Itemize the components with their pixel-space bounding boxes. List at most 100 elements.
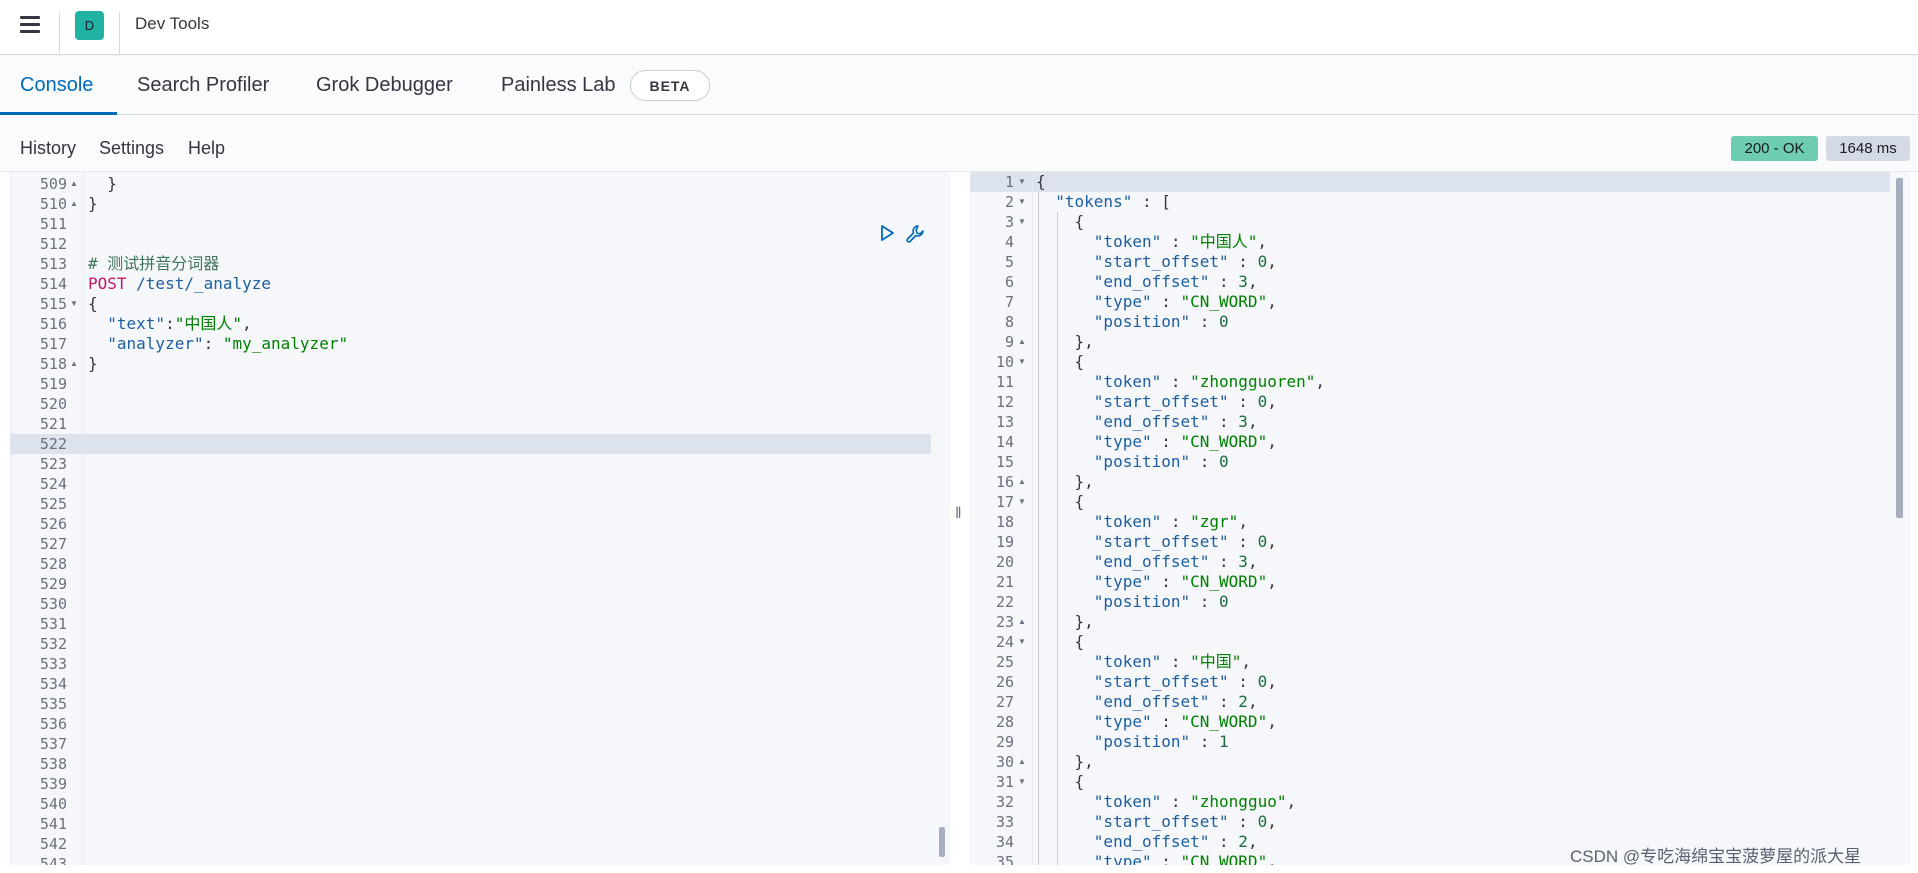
- json-key: "type": [1036, 432, 1152, 451]
- json-bracket: {: [1036, 632, 1085, 651]
- json-separator: :: [1151, 432, 1181, 451]
- editor-scrollbar[interactable]: [939, 827, 945, 857]
- json-number: 0: [1257, 252, 1268, 271]
- json-separator: :: [1228, 252, 1258, 271]
- json-separator: :: [1190, 452, 1220, 471]
- json-string: "CN_WORD": [1180, 852, 1268, 865]
- json-punct: ,: [1247, 692, 1258, 711]
- json-punct: ,: [1267, 672, 1277, 691]
- fold-toggle-icon[interactable]: ▼: [1018, 492, 1026, 512]
- header-divider: [119, 12, 120, 54]
- json-separator: :: [1161, 232, 1191, 251]
- response-output[interactable]: 1 ▼{2 ▼ "tokens" : [3 ▼ {4 "token" : "中国人",…: [970, 172, 1910, 865]
- json-punct: ,: [1257, 232, 1268, 251]
- line-number: 542: [39, 835, 67, 853]
- code-line: {: [88, 294, 98, 314]
- line-number: 513: [39, 255, 67, 273]
- fold-toggle-icon[interactable]: ▲: [70, 194, 78, 214]
- line-number: 524: [39, 475, 67, 493]
- wrench-icon[interactable]: [905, 224, 925, 244]
- line-number: 4: [1004, 233, 1014, 251]
- fold-toggle-icon[interactable]: ▲: [1018, 752, 1026, 772]
- json-bracket: },: [1036, 332, 1094, 351]
- json-key: "position": [1036, 312, 1191, 331]
- json-key: "end_offset": [1036, 412, 1210, 431]
- json-key: "text": [88, 314, 166, 333]
- fold-toggle-icon[interactable]: ▲: [1018, 612, 1026, 632]
- json-key: "token": [1036, 372, 1162, 391]
- json-key: "end_offset": [1036, 272, 1210, 291]
- line-number: 517: [39, 335, 67, 353]
- json-separator: :: [1190, 312, 1220, 331]
- fold-toggle-icon[interactable]: ▲: [1018, 472, 1026, 492]
- json-separator: :: [1190, 592, 1220, 611]
- settings-link[interactable]: Settings: [99, 138, 164, 159]
- line-number: 510: [39, 195, 67, 213]
- json-number: 3: [1238, 272, 1248, 291]
- top-header: D Dev Tools: [0, 0, 1918, 55]
- line-number: 532: [39, 635, 67, 653]
- line-number: 1: [1004, 173, 1014, 191]
- json-separator: :: [165, 314, 175, 333]
- fold-toggle-icon[interactable]: ▼: [1018, 352, 1026, 372]
- history-link[interactable]: History: [20, 138, 76, 159]
- json-bracket: {: [1036, 212, 1085, 231]
- fold-toggle-icon[interactable]: ▼: [1018, 172, 1026, 192]
- active-line-highlight: [970, 172, 1890, 192]
- line-number: 22: [995, 593, 1014, 611]
- json-number: 0: [1257, 672, 1268, 691]
- tab-search-profiler[interactable]: Search Profiler: [137, 74, 269, 97]
- json-line: "end_offset" : 2,: [1036, 832, 1258, 852]
- json-separator: :: [1209, 552, 1239, 571]
- json-separator: :: [1209, 692, 1239, 711]
- json-line: "position" : 0: [1036, 592, 1229, 612]
- space-avatar[interactable]: D: [75, 11, 104, 40]
- json-punct: ,: [1267, 292, 1277, 311]
- panel-resizer[interactable]: ‖: [955, 505, 962, 523]
- output-scrollbar[interactable]: [1896, 178, 1903, 518]
- line-number: 539: [39, 775, 67, 793]
- hamburger-icon[interactable]: [18, 12, 42, 36]
- fold-toggle-icon[interactable]: ▼: [70, 294, 78, 314]
- play-icon[interactable]: [878, 224, 896, 242]
- json-bracket: },: [1036, 472, 1094, 491]
- json-punct: ,: [1267, 812, 1277, 831]
- line-number: 25: [995, 653, 1014, 671]
- fold-toggle-icon[interactable]: ▲: [1018, 332, 1026, 352]
- json-punct: ,: [1267, 712, 1277, 731]
- fold-toggle-icon[interactable]: ▼: [1018, 772, 1026, 792]
- line-number: 516: [39, 315, 67, 333]
- help-link[interactable]: Help: [188, 138, 225, 159]
- fold-toggle-icon[interactable]: ▲: [70, 174, 78, 194]
- line-number: 536: [39, 715, 67, 733]
- line-number: 21: [995, 573, 1014, 591]
- request-editor[interactable]: 509 ▲ } 510 ▲} 511 512 513 # 测试拼音分词器 514 POST /te…: [10, 172, 950, 865]
- json-punct: ,: [1247, 412, 1258, 431]
- line-number: 10: [995, 353, 1014, 371]
- json-number: 3: [1238, 412, 1248, 431]
- fold-toggle-icon[interactable]: ▼: [1018, 192, 1026, 212]
- code-line: }: [88, 194, 98, 214]
- json-line: {: [1036, 632, 1085, 652]
- json-number: 2: [1238, 692, 1248, 711]
- tab-grok-debugger[interactable]: Grok Debugger: [316, 74, 453, 97]
- json-key: "analyzer": [88, 334, 204, 353]
- line-number: 518: [39, 355, 67, 373]
- json-key: "type": [1036, 572, 1152, 591]
- json-line: "position" : 0: [1036, 452, 1229, 472]
- request-url: /test/_analyze: [126, 274, 272, 293]
- status-badge: 200 - OK: [1731, 136, 1818, 161]
- fold-toggle-icon[interactable]: ▼: [1018, 632, 1026, 652]
- json-punct: : [: [1132, 192, 1171, 211]
- line-number: 533: [39, 655, 67, 673]
- line-number: 525: [39, 495, 67, 513]
- fold-toggle-icon[interactable]: ▼: [1018, 212, 1026, 232]
- json-line: "token" : "中国",: [1036, 652, 1251, 672]
- line-number: 19: [995, 533, 1014, 551]
- line-number: 27: [995, 693, 1014, 711]
- line-number: 534: [39, 675, 67, 693]
- tab-painless-lab[interactable]: Painless Lab: [501, 74, 616, 97]
- json-separator: :: [1228, 532, 1258, 551]
- fold-toggle-icon[interactable]: ▲: [70, 354, 78, 374]
- tab-console[interactable]: Console: [20, 74, 93, 97]
